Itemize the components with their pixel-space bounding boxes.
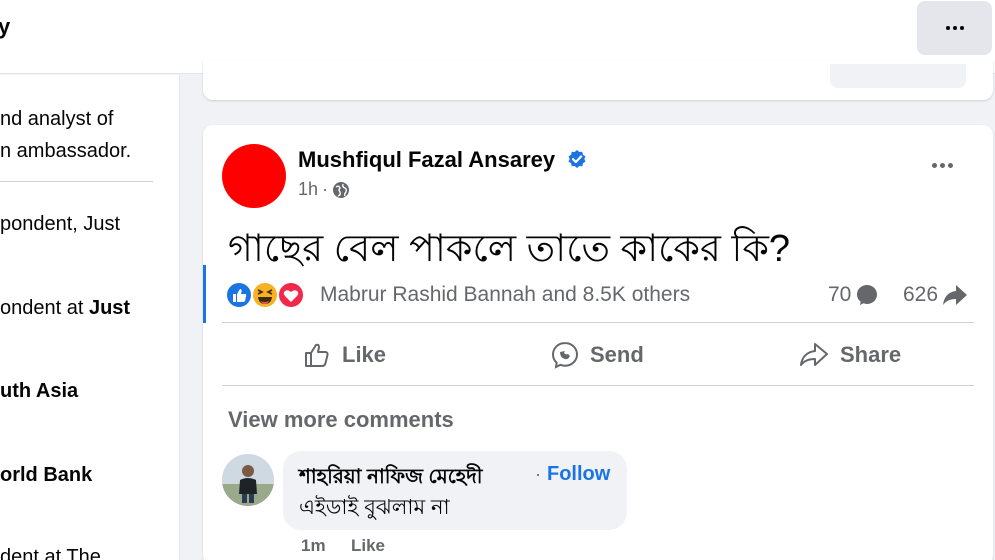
intro-item-text: pondent, Just (0, 213, 121, 235)
author-name[interactable]: Mushfiqul Fazal Ansarey (298, 147, 555, 173)
send-label: Send (590, 342, 644, 367)
intro-item-bold[interactable]: Just (89, 297, 130, 319)
intro-divider (0, 181, 153, 182)
post-card: Mushfiqul Fazal Ansarey 1h · গাছের বেল প… (203, 125, 993, 560)
focus-accent-bar (203, 265, 206, 323)
intro-item-text: ondent at (0, 297, 89, 319)
comments-count[interactable]: 70 (828, 283, 879, 307)
reactions-summary: Mabrur Rashid Bannah and 8.5K others 70 … (203, 265, 993, 323)
intro-text: nd analyst of n ambassador. (0, 103, 131, 167)
comments-count-value: 70 (828, 283, 852, 306)
view-more-comments-link[interactable]: View more comments (228, 407, 454, 433)
reaction-icons[interactable] (225, 281, 315, 309)
intro-line-2: n ambassador. (0, 140, 132, 162)
share-button[interactable]: Share (798, 340, 901, 370)
shares-count-value: 626 (903, 283, 939, 306)
haha-reaction-icon (251, 281, 279, 309)
messenger-icon (551, 341, 579, 369)
more-options-button[interactable] (917, 1, 992, 55)
comment-time[interactable]: 1m (301, 536, 326, 556)
shares-count[interactable]: 626 (903, 283, 968, 307)
share-label: Share (840, 342, 902, 367)
meta-separator: · (322, 179, 329, 199)
intro-panel: nd analyst of n ambassador. pondent, Jus… (0, 75, 180, 560)
actions-bottom-divider (222, 385, 974, 386)
comment-like-button[interactable]: Like (351, 536, 385, 556)
intro-item-bold[interactable]: uth Asia (0, 380, 78, 402)
actions-top-divider (222, 322, 974, 323)
intro-line-1: nd analyst of (0, 108, 114, 130)
post-actions: Like Send Share (222, 328, 974, 382)
previous-post-card (203, 60, 993, 100)
more-dots-icon (945, 26, 964, 30)
love-reaction-icon (277, 281, 305, 309)
share-icon (800, 343, 828, 366)
more-dots-icon (932, 163, 953, 168)
author-avatar[interactable] (222, 144, 286, 208)
intro-item: ondent at Just (0, 297, 130, 320)
commenter-avatar[interactable] (222, 454, 274, 506)
post-meta: 1h · (298, 179, 350, 200)
intro-item-text: dent at The (0, 546, 101, 560)
post-options-button[interactable] (932, 163, 953, 168)
like-button[interactable]: Like (302, 340, 386, 370)
reactors-text[interactable]: Mabrur Rashid Bannah and 8.5K others (320, 283, 690, 307)
globe-icon (333, 181, 350, 198)
share-arrow-icon (943, 285, 968, 305)
page-title: y (0, 14, 11, 39)
intro-item-bold[interactable]: orld Bank (0, 464, 92, 486)
follow-button[interactable]: Follow (547, 463, 610, 486)
person-photo-icon (222, 454, 274, 506)
like-reaction-icon (225, 281, 253, 309)
intro-item: orld Bank (0, 464, 92, 487)
verified-badge-icon (568, 150, 586, 168)
comment-text: এইডাই বুঝলাম না (299, 496, 450, 519)
intro-item: uth Asia (0, 380, 78, 403)
send-button[interactable]: Send (550, 340, 644, 370)
like-label: Like (342, 342, 387, 367)
comment-separator: · (535, 464, 541, 484)
comment-bubble: শাহরিয়া নাফিজ মেহেদী · Follow এইডাই বুঝ… (283, 451, 627, 530)
thumbs-up-icon (305, 343, 329, 367)
intro-item: dent at The (0, 546, 101, 560)
intro-item: pondent, Just (0, 213, 120, 236)
comment-bubble-icon (857, 285, 878, 305)
post-time[interactable]: 1h (298, 179, 318, 200)
previous-post-button[interactable] (830, 64, 966, 88)
